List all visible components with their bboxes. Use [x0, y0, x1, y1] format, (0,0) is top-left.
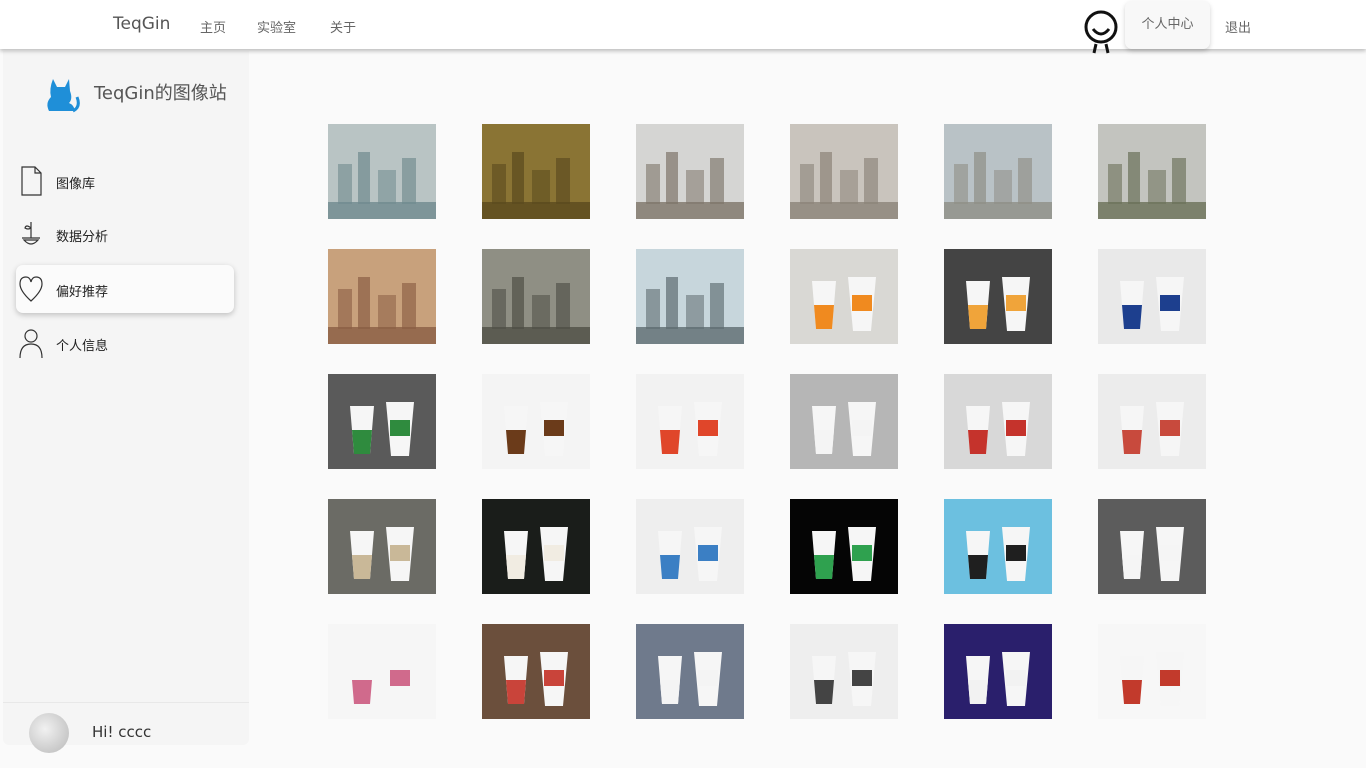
gallery-image-grey-tower-fog[interactable] [482, 249, 590, 344]
gallery-image-multicolor-cups[interactable] [1098, 624, 1206, 719]
gallery-image-plain-white-cup[interactable] [636, 624, 744, 719]
smiley-avatar-icon[interactable] [1084, 10, 1118, 54]
gallery-image-cups-on-desk[interactable] [790, 249, 898, 344]
nav-home[interactable]: 主页 [200, 17, 226, 36]
gallery-image-foton-cup[interactable] [790, 624, 898, 719]
gallery-image-haze-river-city[interactable] [328, 124, 436, 219]
sidebar-item-gallery[interactable]: 图像库 [16, 157, 234, 205]
sidebar-divider [3, 702, 249, 703]
nav-lab[interactable]: 实验室 [257, 17, 296, 36]
sidebar-item-recommendation[interactable]: 偏好推荐 [16, 265, 234, 313]
sidebar-item-label: 图像库 [56, 177, 96, 192]
sidebar-item-label: 数据分析 [56, 230, 109, 245]
cat-logo-icon [43, 73, 81, 113]
sidebar-item-analysis[interactable]: 数据分析 [16, 210, 234, 258]
user-center-button[interactable]: 个人中心 [1125, 1, 1210, 49]
sidebar-item-profile[interactable]: 个人信息 [16, 319, 234, 367]
gallery-image-white-cups-grey[interactable] [790, 374, 898, 469]
gallery-image-green-cups[interactable] [328, 374, 436, 469]
top-navbar: TeqGin 主页 实验室 关于 个人中心 退出 [0, 0, 1366, 54]
gallery-image-sepia-smog-city[interactable] [482, 124, 590, 219]
gallery-image-red-pattern-cups[interactable] [944, 374, 1052, 469]
gallery-image-hazy-skyline[interactable] [790, 124, 898, 219]
logout-button[interactable]: 退出 [1225, 17, 1251, 36]
gallery-image-smoggy-towers[interactable] [944, 124, 1052, 219]
gallery-image-cups-gradient[interactable] [1098, 499, 1206, 594]
gallery-image-kraft-cup[interactable] [328, 499, 436, 594]
gallery-image-street-smog[interactable] [1098, 124, 1206, 219]
gallery-image-drink-cup[interactable] [944, 499, 1052, 594]
sidebar-item-label: 个人信息 [56, 339, 109, 354]
gallery-image-cup-print-black[interactable] [790, 499, 898, 594]
gallery-image-river-view[interactable] [636, 249, 744, 344]
heart-icon [19, 276, 43, 302]
gallery-image-brown-sleeve-cups[interactable] [482, 374, 590, 469]
gallery-image-orange-haze[interactable] [328, 249, 436, 344]
gallery-image-floral-cups[interactable] [482, 499, 590, 594]
user-greeting: Hi! cccc [92, 723, 152, 741]
site-title: TeqGin的图像站 [94, 83, 227, 104]
gallery-image-navy-cup-template[interactable] [944, 624, 1052, 719]
avatar[interactable] [29, 713, 69, 753]
gallery-image-foggy-stadium[interactable] [636, 124, 744, 219]
sidebar: TeqGin的图像站 图像库 数据分析 偏好推荐 个人信息 Hi! cccc [3, 51, 249, 753]
nav-about[interactable]: 关于 [330, 17, 356, 36]
gallery-image-cartoon-cups[interactable] [328, 624, 436, 719]
sidebar-item-label: 偏好推荐 [56, 285, 109, 300]
gallery-image-shelf-cups[interactable] [482, 624, 590, 719]
plant-icon [22, 222, 40, 245]
gallery-image-blue-cup[interactable] [1098, 249, 1206, 344]
gallery-image-cup-template-dark[interactable] [944, 249, 1052, 344]
gallery-image-red-white-cups[interactable] [636, 374, 744, 469]
person-icon [19, 329, 43, 359]
gallery-image-logo-cups[interactable] [636, 499, 744, 594]
brand-logo-text[interactable]: TeqGin [113, 14, 170, 34]
gallery-image-bowl-stack[interactable] [1098, 374, 1206, 469]
document-icon [21, 166, 42, 196]
